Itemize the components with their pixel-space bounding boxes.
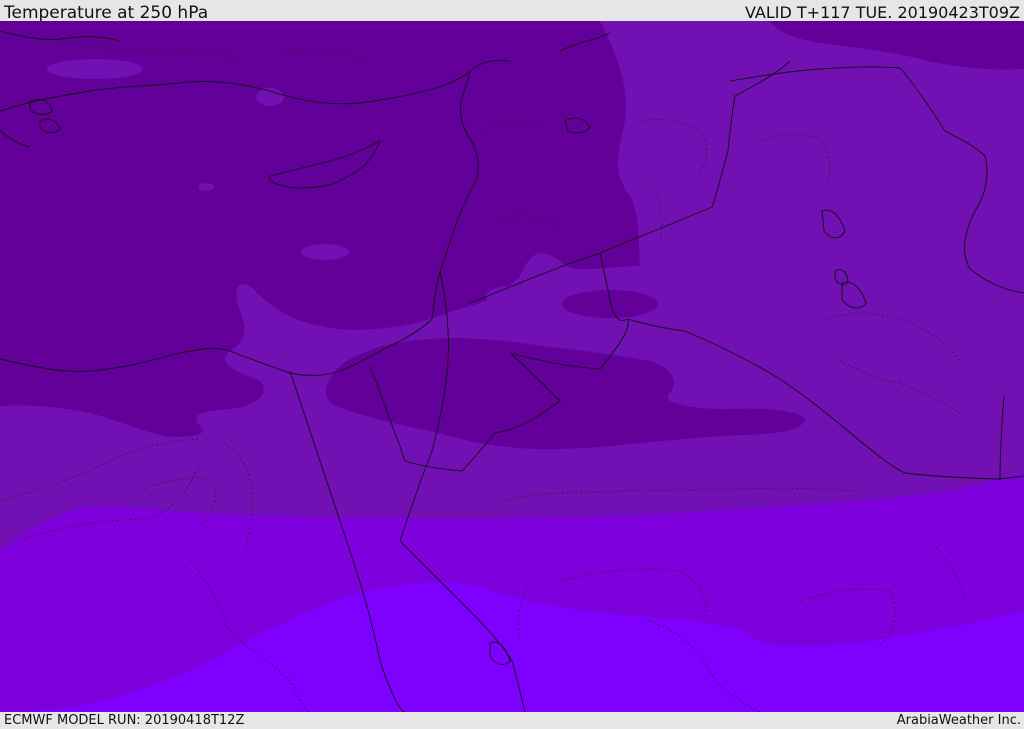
- valid-time: VALID T+117 TUE. 20190423T09Z: [744, 3, 1020, 22]
- temp-patch-syria: [486, 286, 534, 306]
- temp-patch-aegean: [47, 59, 143, 79]
- map-canvas: [0, 21, 1024, 712]
- temp-patch-cyprus-s: [198, 183, 214, 191]
- map-footer: ECMWF MODEL RUN: 20190418T12Z ArabiaWeat…: [0, 712, 1024, 729]
- temp-patch-med: [301, 244, 349, 260]
- map-title: Temperature at 250 hPa: [4, 3, 209, 23]
- credit-label: ArabiaWeather Inc.: [896, 713, 1021, 728]
- temp-patch-iran: [562, 290, 658, 318]
- model-run-label: ECMWF MODEL RUN: 20190418T12Z: [4, 713, 245, 728]
- map-header: Temperature at 250 hPa VALID T+117 TUE. …: [0, 0, 1024, 23]
- temperature-map[interactable]: [0, 21, 1024, 712]
